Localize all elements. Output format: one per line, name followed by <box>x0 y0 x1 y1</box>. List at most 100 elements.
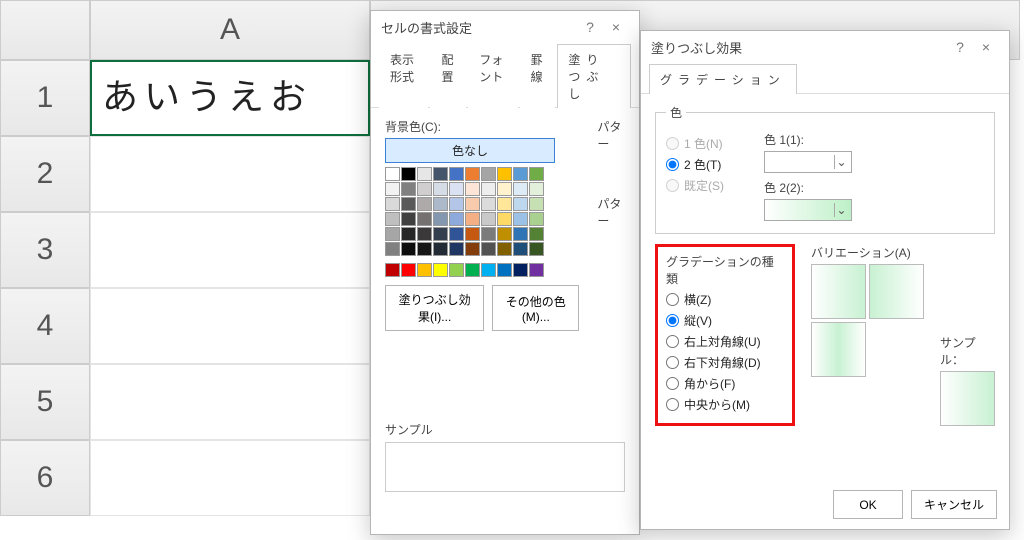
color-swatch[interactable] <box>497 167 512 181</box>
tab-fill[interactable]: 塗りつぶし <box>557 44 631 108</box>
color-swatch[interactable] <box>449 182 464 196</box>
color-swatch[interactable] <box>513 242 528 256</box>
color-swatch[interactable] <box>481 197 496 211</box>
color-swatch[interactable] <box>449 167 464 181</box>
radio-vertical[interactable]: 縦(V) <box>666 312 784 329</box>
color-swatch[interactable] <box>513 182 528 196</box>
color-swatch[interactable] <box>465 167 480 181</box>
color-swatch[interactable] <box>433 212 448 226</box>
color-swatch[interactable] <box>433 227 448 241</box>
color-swatch[interactable] <box>481 227 496 241</box>
cancel-button[interactable]: キャンセル <box>911 490 997 519</box>
color-swatch[interactable] <box>465 227 480 241</box>
color-swatch[interactable] <box>385 197 400 211</box>
color-swatch[interactable] <box>417 227 432 241</box>
color-swatch[interactable] <box>497 227 512 241</box>
color-swatch[interactable] <box>497 197 512 211</box>
cell[interactable] <box>90 212 370 288</box>
close-icon[interactable]: × <box>603 19 629 35</box>
color-swatch[interactable] <box>385 182 400 196</box>
color-palette[interactable] <box>385 167 555 277</box>
color-swatch[interactable] <box>465 263 480 277</box>
color-swatch[interactable] <box>385 263 400 277</box>
color-swatch[interactable] <box>465 182 480 196</box>
color-swatch[interactable] <box>513 212 528 226</box>
color-swatch[interactable] <box>449 242 464 256</box>
color-swatch[interactable] <box>433 263 448 277</box>
color-swatch[interactable] <box>417 263 432 277</box>
color-swatch[interactable] <box>417 182 432 196</box>
cell[interactable] <box>90 364 370 440</box>
radio-from-center[interactable]: 中央から(M) <box>666 396 784 413</box>
variant-3[interactable] <box>811 322 866 377</box>
color-swatch[interactable] <box>529 212 544 226</box>
other-colors-button[interactable]: その他の色(M)... <box>492 285 579 331</box>
color-swatch[interactable] <box>449 197 464 211</box>
color-swatch[interactable] <box>497 182 512 196</box>
tab-gradient[interactable]: グラデーション <box>649 64 797 94</box>
color-swatch[interactable] <box>529 242 544 256</box>
color-swatch[interactable] <box>481 167 496 181</box>
color-swatch[interactable] <box>417 197 432 211</box>
color-swatch[interactable] <box>433 242 448 256</box>
cell[interactable] <box>90 288 370 364</box>
color-swatch[interactable] <box>433 167 448 181</box>
radio-diag-down[interactable]: 右下対角線(D) <box>666 354 784 371</box>
color-swatch[interactable] <box>513 263 528 277</box>
color-swatch[interactable] <box>481 242 496 256</box>
radio-two-colors[interactable]: 2 色(T) <box>666 156 724 173</box>
cell-a1[interactable]: あいうえお <box>90 60 370 136</box>
col-header-a[interactable]: A <box>90 0 370 60</box>
cell[interactable] <box>90 440 370 516</box>
help-icon[interactable]: ? <box>577 19 603 35</box>
tab-border[interactable]: 罫線 <box>520 44 556 108</box>
color-swatch[interactable] <box>385 227 400 241</box>
ok-button[interactable]: OK <box>833 490 903 519</box>
color-swatch[interactable] <box>465 197 480 211</box>
color-swatch[interactable] <box>529 167 544 181</box>
color-swatch[interactable] <box>449 212 464 226</box>
color-swatch[interactable] <box>497 242 512 256</box>
color-swatch[interactable] <box>401 197 416 211</box>
color-swatch[interactable] <box>385 212 400 226</box>
color-swatch[interactable] <box>465 212 480 226</box>
color-swatch[interactable] <box>449 263 464 277</box>
color-swatch[interactable] <box>513 167 528 181</box>
color-swatch[interactable] <box>417 212 432 226</box>
color-swatch[interactable] <box>513 227 528 241</box>
color-swatch[interactable] <box>401 227 416 241</box>
color-swatch[interactable] <box>529 263 544 277</box>
color-swatch[interactable] <box>529 227 544 241</box>
radio-from-corner[interactable]: 角から(F) <box>666 375 784 392</box>
tab-alignment[interactable]: 配置 <box>430 44 466 108</box>
row-header-6[interactable]: 6 <box>0 440 90 516</box>
no-color-button[interactable]: 色なし <box>385 138 555 163</box>
color-swatch[interactable] <box>449 227 464 241</box>
fill-effects-button[interactable]: 塗りつぶし効果(I)... <box>385 285 484 331</box>
color-swatch[interactable] <box>385 167 400 181</box>
color-swatch[interactable] <box>401 167 416 181</box>
close-icon[interactable]: × <box>973 39 999 55</box>
color-swatch[interactable] <box>497 212 512 226</box>
row-header-3[interactable]: 3 <box>0 212 90 288</box>
help-icon[interactable]: ? <box>947 39 973 55</box>
color-swatch[interactable] <box>481 212 496 226</box>
color-swatch[interactable] <box>481 182 496 196</box>
color-swatch[interactable] <box>417 167 432 181</box>
color-swatch[interactable] <box>417 242 432 256</box>
cell[interactable] <box>90 136 370 212</box>
row-header-5[interactable]: 5 <box>0 364 90 440</box>
color-swatch[interactable] <box>497 263 512 277</box>
color-swatch[interactable] <box>401 263 416 277</box>
color-swatch[interactable] <box>433 182 448 196</box>
color2-combo[interactable]: ⌄ <box>764 199 852 221</box>
color-swatch[interactable] <box>401 212 416 226</box>
color-swatch[interactable] <box>401 242 416 256</box>
tab-font[interactable]: フォント <box>468 44 517 108</box>
row-header-1[interactable]: 1 <box>0 60 90 136</box>
variant-1[interactable] <box>811 264 866 319</box>
tab-number[interactable]: 表示形式 <box>379 44 428 108</box>
color-swatch[interactable] <box>433 197 448 211</box>
color-swatch[interactable] <box>385 242 400 256</box>
row-header-4[interactable]: 4 <box>0 288 90 364</box>
